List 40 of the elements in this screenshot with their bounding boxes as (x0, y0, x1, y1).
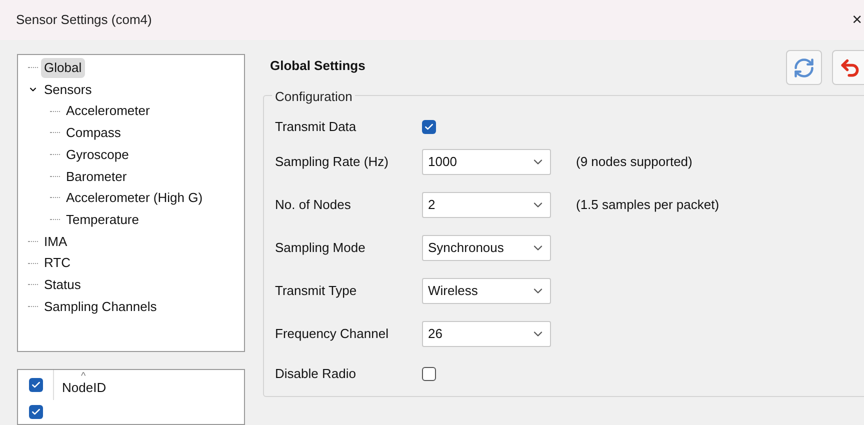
checkbox[interactable] (422, 120, 436, 134)
close-button[interactable]: × (852, 7, 862, 33)
refresh-button[interactable] (786, 50, 822, 85)
checkmark-icon (424, 122, 434, 132)
tree-item[interactable]: Temperature (63, 210, 142, 230)
field-label: Disable Radio (275, 365, 357, 384)
tree-item[interactable]: Sensors (41, 80, 95, 100)
dropdown[interactable]: Wireless (422, 278, 551, 304)
tree-item[interactable]: Accelerometer (63, 101, 153, 121)
refresh-icon (793, 56, 815, 78)
field-label: Transmit Data (275, 118, 358, 136)
undo-button[interactable] (832, 50, 864, 85)
undo-icon (839, 56, 861, 78)
tree-item[interactable]: Accelerometer (High G) (63, 188, 206, 208)
tree-item[interactable]: Gyroscope (63, 144, 132, 164)
checkmark-icon (30, 406, 40, 417)
checkbox[interactable] (422, 367, 436, 381)
tree-item[interactable]: Sampling Channels (41, 296, 160, 316)
tree-item[interactable]: Barometer (63, 166, 130, 186)
checkbox[interactable] (28, 378, 42, 392)
window-title: Sensor Settings (com4) (16, 11, 152, 30)
checkmark-icon (30, 380, 40, 390)
field-label: Sampling Mode (275, 238, 366, 257)
panel-title: Global Settings (270, 57, 366, 75)
field-label: Frequency Channel (275, 324, 390, 343)
tree-item[interactable]: Compass (63, 123, 124, 143)
checkbox[interactable] (28, 404, 42, 419)
dropdown[interactable]: 26 (422, 320, 551, 346)
field-note: (1.5 samples per packet) (576, 196, 720, 214)
field-label: No. of Nodes (275, 196, 352, 214)
dropdown[interactable]: 2 (422, 192, 551, 218)
tree-item[interactable]: Global (41, 58, 85, 78)
dropdown[interactable]: Synchronous (422, 234, 551, 260)
tree-item[interactable]: IMA (41, 232, 70, 252)
tree-item[interactable]: Status (41, 274, 84, 294)
field-note: (9 nodes supported) (576, 152, 692, 171)
field-label: Transmit Type (275, 282, 358, 300)
tree-item[interactable]: RTC (41, 253, 74, 273)
field-label: Sampling Rate (Hz) (275, 152, 390, 171)
dropdown[interactable]: 1000 (422, 148, 551, 174)
